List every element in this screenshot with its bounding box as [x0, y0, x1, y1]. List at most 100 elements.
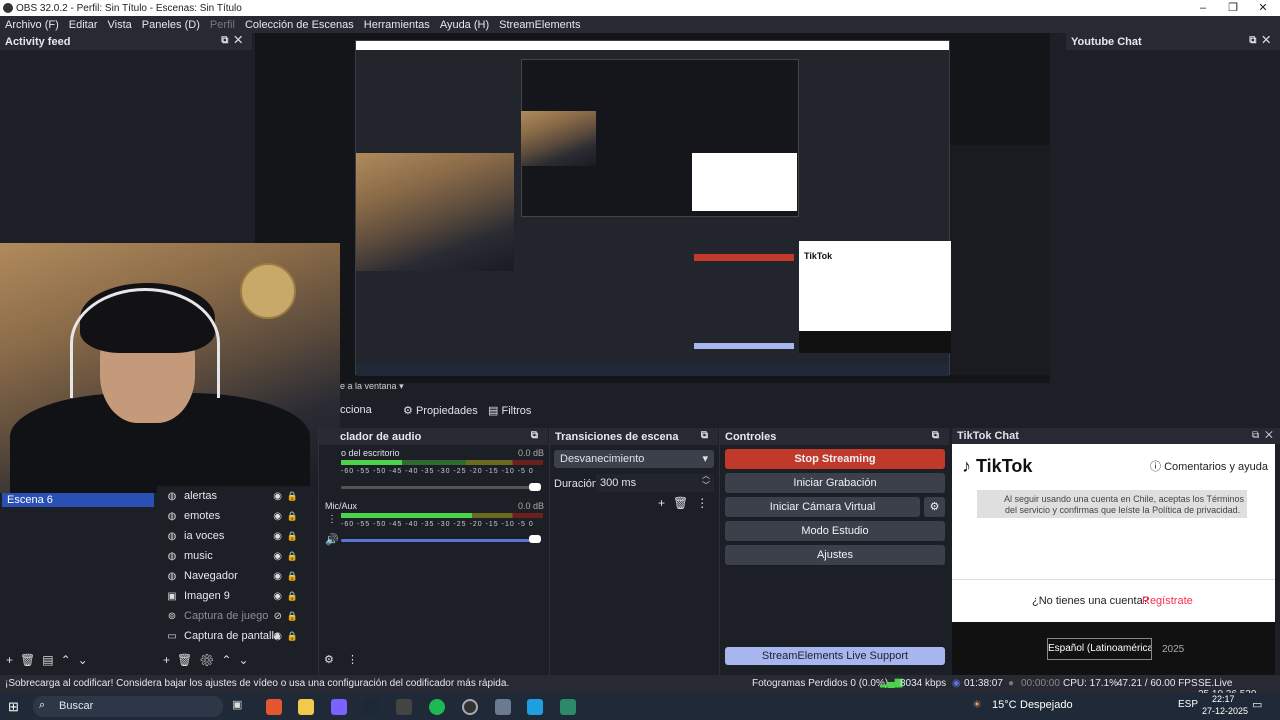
spotify-icon[interactable] [429, 699, 445, 715]
dock-controls-icon[interactable]: ⧉✕ [1249, 35, 1276, 46]
kebab-menu-icon[interactable]: ⋮ [347, 653, 358, 666]
eye-icon[interactable]: ◉ [273, 571, 282, 582]
eye-icon[interactable]: ◉ [273, 491, 282, 502]
eye-icon[interactable]: ◉ [273, 551, 282, 562]
task-view-icon[interactable]: ▣ [232, 698, 242, 711]
lock-icon[interactable]: 🔒 [287, 611, 298, 622]
language-select[interactable]: Español (Latinoamérica) [1047, 638, 1152, 660]
transition-select[interactable]: Desvanecimiento ▾ [554, 450, 714, 468]
scenes-dock: Escena 6 +🗑▤⌃⌄ [0, 493, 157, 675]
scene-item-selected[interactable]: Escena 6 [2, 493, 154, 507]
minimize-icon[interactable]: – [1188, 0, 1218, 16]
mic-volume-knob[interactable] [529, 535, 541, 543]
move-up-icon[interactable]: ⌃ [61, 653, 78, 667]
move-down-icon[interactable]: ⌄ [78, 653, 95, 667]
file-explorer-icon[interactable] [298, 699, 314, 715]
source-item[interactable]: ⊚ Captura de juego ⊘ 🔒 [160, 606, 310, 626]
filters-button[interactable]: ▤ Filtros [488, 404, 531, 417]
lock-icon[interactable]: 🔒 [287, 551, 298, 562]
kebab-menu-icon[interactable]: ⋮ [696, 496, 716, 510]
trash-icon[interactable]: 🗑 [20, 653, 42, 667]
dock-float-icon[interactable]: ⧉ [932, 430, 945, 441]
desktop-volume-knob[interactable] [529, 483, 541, 491]
menu-help[interactable]: Ayuda (H) [435, 19, 494, 31]
filter-icon[interactable]: ▤ [42, 653, 60, 667]
add-icon[interactable]: + [6, 653, 20, 667]
source-item[interactable]: ▭ Captura de pantalla ◉ 🔒 [160, 626, 310, 646]
app-icon[interactable] [527, 699, 543, 715]
stepper-icon[interactable]: ︿ ﹀ [702, 471, 710, 491]
menu-edit[interactable]: Editar [64, 19, 103, 31]
dock-float-icon[interactable]: ⧉ [531, 430, 544, 441]
source-item[interactable]: ◍ music ◉ 🔒 [160, 546, 310, 566]
desktop-volume-slider[interactable] [341, 486, 536, 489]
menu-scene-collection[interactable]: Colección de Escenas [240, 19, 359, 31]
eye-icon[interactable]: ◉ [273, 511, 282, 522]
eye-icon[interactable]: ◉ [273, 531, 282, 542]
virtual-camera-button[interactable]: Iniciar Cámara Virtual [725, 497, 920, 517]
source-item[interactable]: ◍ ia voces ◉ 🔒 [160, 526, 310, 546]
gear-icon[interactable]: ⚙ [924, 497, 945, 517]
globe-icon: ◍ [167, 550, 177, 562]
obs-icon[interactable] [462, 699, 478, 715]
gear-icon[interactable]: ⚙ [199, 653, 221, 667]
lock-icon[interactable]: 🔒 [287, 571, 298, 582]
menu-profile[interactable]: Perfil [205, 19, 240, 31]
source-item[interactable]: ◍ alertas ◉ 🔒 [160, 486, 310, 506]
lock-icon[interactable]: 🔒 [287, 511, 298, 522]
mic-volume-slider[interactable] [341, 539, 536, 542]
chevron-down-icon[interactable]: ▾ [399, 381, 404, 391]
menu-view[interactable]: Vista [103, 19, 137, 31]
kebab-menu-icon[interactable]: ⋮ [327, 514, 337, 525]
dock-controls-icon[interactable]: ⧉✕ [1252, 430, 1279, 441]
menu-docks[interactable]: Paneles (D) [137, 19, 205, 31]
lock-icon[interactable]: 🔒 [287, 531, 298, 542]
close-icon[interactable]: ✕ [1248, 0, 1278, 16]
help-link[interactable]: ⓘ Comentarios y ayuda [1150, 458, 1268, 474]
menu-file[interactable]: Archivo (F) [0, 19, 64, 31]
trash-icon[interactable]: 🗑 [673, 496, 696, 510]
lock-icon[interactable]: 🔒 [287, 491, 298, 502]
stop-streaming-button[interactable]: Stop Streaming [725, 449, 945, 469]
studio-mode-button[interactable]: Modo Estudio [725, 521, 945, 541]
source-item[interactable]: ◍ Navegador ◉ 🔒 [160, 566, 310, 586]
gear-icon[interactable]: ⚙ [324, 653, 334, 666]
taskbar-search[interactable]: ⌕ Buscar [33, 696, 223, 717]
add-icon[interactable]: + [163, 653, 177, 667]
dock-controls-icon[interactable]: ⧉✕ [221, 35, 248, 46]
streamelements-support-button[interactable]: StreamElements Live Support [725, 647, 945, 665]
lock-icon[interactable]: 🔒 [287, 591, 298, 602]
app-icon[interactable] [495, 699, 511, 715]
brave-icon[interactable] [266, 699, 282, 715]
menu-tools[interactable]: Herramientas [359, 19, 435, 31]
menu-streamelements[interactable]: StreamElements [494, 19, 585, 31]
lock-icon[interactable]: 🔒 [287, 631, 298, 642]
steam-icon[interactable] [363, 699, 379, 715]
app-icon[interactable] [396, 699, 412, 715]
maximize-icon[interactable]: ❐ [1218, 0, 1248, 16]
eye-icon[interactable]: ◉ [273, 631, 282, 642]
dock-float-icon[interactable]: ⧉ [701, 430, 714, 441]
start-recording-button[interactable]: Iniciar Grabación [725, 473, 945, 493]
source-item[interactable]: ◍ emotes ◉ 🔒 [160, 506, 310, 526]
discord-icon[interactable] [331, 699, 347, 715]
mic-label: Mic/Aux [325, 501, 358, 511]
eye-icon[interactable]: ◉ [273, 591, 282, 602]
add-icon[interactable]: + [658, 496, 673, 510]
notification-icon[interactable]: ▭ [1252, 698, 1262, 711]
eye-slash-icon[interactable]: ⊘ [274, 611, 282, 622]
settings-button[interactable]: Ajustes [725, 545, 945, 565]
duration-input[interactable]: 300 ms ︿ ﹀ [596, 471, 714, 492]
speaker-icon[interactable]: 🔊 [325, 533, 339, 546]
trash-icon[interactable]: 🗑 [177, 653, 199, 667]
menu-bar: Archivo (F) Editar Vista Paneles (D) Per… [0, 16, 1280, 33]
app-icon[interactable] [560, 699, 576, 715]
register-link[interactable]: Regístrate [1142, 595, 1193, 607]
input-language[interactable]: ESP [1178, 699, 1198, 710]
move-up-icon[interactable]: ⌃ [221, 653, 238, 667]
properties-button[interactable]: ⚙ Propiedades [403, 404, 478, 417]
windows-start-icon[interactable]: ⊞ [8, 699, 19, 715]
tab-select[interactable]: cciona [340, 404, 372, 416]
move-down-icon[interactable]: ⌄ [239, 653, 256, 667]
source-item[interactable]: ▣ Imagen 9 ◉ 🔒 [160, 586, 310, 606]
